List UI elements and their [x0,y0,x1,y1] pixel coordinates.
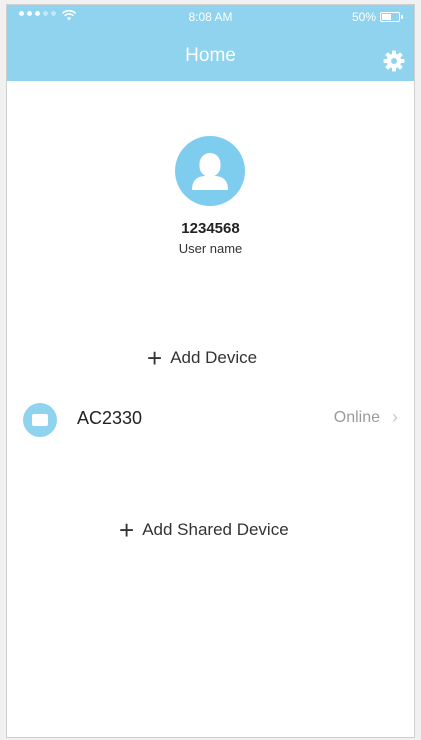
battery-indicator: 50% [351,10,403,24]
user-name: User name [178,241,243,256]
add-shared-device-button[interactable]: + Add Shared Device [119,517,289,543]
page-title: Home [185,45,236,66]
add-device-label: Add Device [170,348,258,367]
device-status: Online [333,409,380,426]
plus-icon: + [119,515,135,545]
add-device-button[interactable]: + Add Device [147,345,257,371]
user-icon [192,153,228,190]
device-icon [23,403,57,437]
header-bar: 8:08 AM 50% Home [7,5,414,81]
gear-icon [383,50,405,72]
user-id: 1234568 [181,220,240,237]
plus-icon: + [147,343,163,373]
device-list-item[interactable]: AC2330 Online › [7,397,414,443]
add-shared-device-label: Add Shared Device [142,520,289,539]
status-bar: 8:08 AM 50% [7,5,414,29]
app-screen: 8:08 AM 50% Home 1234568 User name + Add… [6,4,415,738]
battery-icon [380,12,403,22]
chevron-right-icon: › [392,407,398,427]
device-name: AC2330 [77,408,143,428]
avatar[interactable] [175,136,245,206]
battery-percent: 50% [351,10,376,24]
settings-button[interactable] [380,47,408,75]
